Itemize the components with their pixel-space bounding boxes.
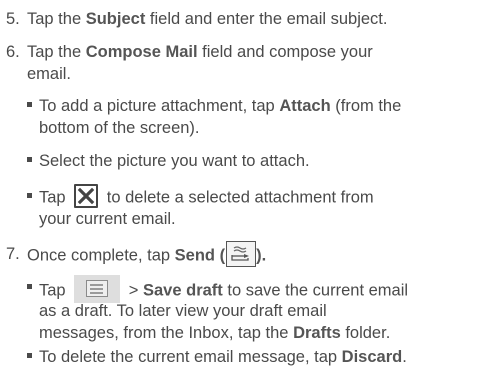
bullet-marker xyxy=(27,157,32,162)
discard-label: Discard xyxy=(341,348,403,366)
step-text-before: Tap the xyxy=(27,43,86,61)
step-text: Tap the Subject field and enter the emai… xyxy=(27,8,482,30)
bullet-text-before: To add a picture attachment, tap xyxy=(39,97,280,115)
bullet-marker xyxy=(27,193,32,198)
bullet-line-2: as a draft. To later view your draft ema… xyxy=(39,302,327,320)
compose-mail-label: Compose Mail xyxy=(85,43,198,61)
step-text-before: Once complete, tap xyxy=(27,246,175,265)
bullet-line-1: To add a picture attachment, tap Attach … xyxy=(39,95,481,117)
close-icon xyxy=(74,184,99,208)
bullet-marker xyxy=(27,284,32,289)
send-label: Send ( xyxy=(174,246,226,265)
bullet-text-before: Tap xyxy=(39,188,71,207)
bullet-text-after: (from the xyxy=(330,97,402,115)
bullet-text-after: . xyxy=(402,348,407,366)
bullet-line-1: To delete the current email message, tap… xyxy=(39,346,481,368)
bullet-delete-attachment: Tap to delete a selected attachment from… xyxy=(27,184,482,232)
save-draft-label: Save draft xyxy=(143,281,223,300)
send-icon xyxy=(226,241,257,267)
bullet-text-before: To delete the current email message, tap xyxy=(39,348,342,366)
gt-symbol: > xyxy=(124,281,143,300)
instruction-page: 5. Tap the Subject field and enter the e… xyxy=(0,0,488,372)
bullet-line-1: Select the picture you want to attach. xyxy=(39,152,310,170)
bullet-line-2: bottom of the screen). xyxy=(39,119,200,137)
subject-label: Subject xyxy=(85,10,146,28)
bullet-marker xyxy=(27,353,32,358)
attach-label: Attach xyxy=(279,97,331,115)
bullet-text-after: folder. xyxy=(340,324,391,342)
bullet-text-before: Tap xyxy=(39,281,71,300)
bullet-line-1: Tap to delete a selected attachment from xyxy=(39,184,481,210)
step-text: Once complete, tap Send (). xyxy=(27,241,482,269)
step-text-line-1: Tap the Compose Mail field and compose y… xyxy=(27,41,482,63)
menu-icon xyxy=(74,275,121,303)
bullet-text-after: to save the current email xyxy=(222,281,409,300)
step-text-after: field and enter the email subject. xyxy=(145,10,388,28)
bullet-text-after: to delete a selected attachment from xyxy=(102,188,374,207)
bullet-attach: To add a picture attachment, tap Attach … xyxy=(27,95,482,139)
step-5: 5. Tap the Subject field and enter the e… xyxy=(0,8,488,30)
bullet-line-2: your current email. xyxy=(39,210,176,228)
bullet-marker xyxy=(27,102,32,107)
step-text-line-2: email. xyxy=(27,65,72,83)
step-text-after: field and compose your xyxy=(197,43,373,61)
drafts-label: Drafts xyxy=(293,324,341,342)
send-label-close: ). xyxy=(256,246,267,265)
bullet-text-before: messages, from the Inbox, tap the xyxy=(39,324,294,342)
bullet-select-picture: Select the picture you want to attach. xyxy=(27,150,482,172)
bullet-save-draft: Tap > Save draft to save the current ema… xyxy=(27,275,482,344)
bullet-line-3: messages, from the Inbox, tap the Drafts… xyxy=(39,322,481,344)
bullet-discard: To delete the current email message, tap… xyxy=(27,346,482,368)
step-text-before: Tap the xyxy=(27,10,86,28)
step-7: 7. Once complete, tap Send (). xyxy=(0,241,488,267)
